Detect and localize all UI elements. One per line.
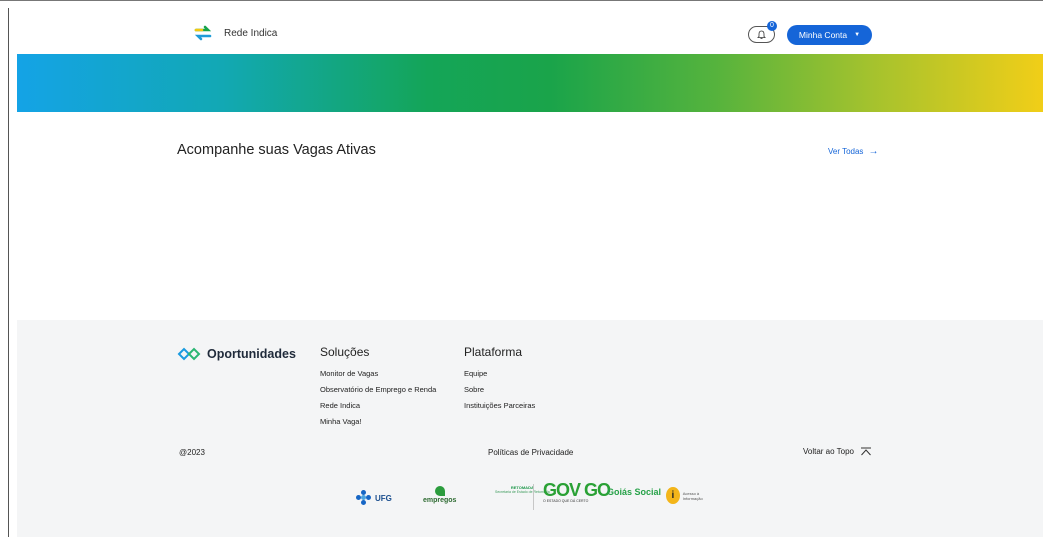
brand-link[interactable]: Rede Indica (193, 23, 277, 43)
footer-link-monitor-de-vagas[interactable]: Monitor de Vagas (320, 366, 436, 382)
page: Rede Indica 0 Minha Conta ▼ Acompanhe su… (17, 9, 1043, 537)
ufg-logo: UFG (356, 490, 392, 506)
active-jobs-title: Acompanhe suas Vagas Ativas (177, 142, 376, 158)
oportunidades-logo-icon (177, 347, 201, 361)
footer: Oportunidades Soluções Monitor de Vagas … (17, 320, 1043, 537)
notification-count-badge: 0 (767, 21, 777, 31)
back-to-top-link[interactable]: Voltar ao Topo (803, 447, 872, 456)
footer-logo-text: Oportunidades (207, 347, 296, 361)
acesso-informacao-text: Acesso à Informação (682, 490, 703, 501)
info-icon: i (666, 487, 680, 504)
footer-link-equipe[interactable]: Equipe (464, 366, 535, 382)
footer-solutions-column: Soluções Monitor de Vagas Observatório d… (320, 345, 436, 430)
empregos-logo: empregos (423, 486, 456, 504)
ufg-text: UFG (375, 493, 392, 503)
caret-down-icon: ▼ (854, 32, 861, 38)
window-left-border (8, 8, 9, 537)
goias-social-text: Goiás Social (607, 487, 662, 497)
brand-name: Rede Indica (224, 27, 278, 39)
goias-social-logo: Goiás Social (607, 488, 661, 497)
platform-title: Plataforma (464, 345, 523, 359)
window-top-border (0, 0, 1043, 8)
my-account-button[interactable]: Minha Conta ▼ (787, 25, 872, 45)
copyright-text: @2023 (179, 448, 205, 457)
empregos-text: empregos (423, 497, 457, 504)
retomada-subtext: Secretaria de Estado de Retomada (495, 490, 550, 494)
footer-link-instituicoes[interactable]: Instituições Parceiras (464, 398, 535, 414)
footer-platform-column: Plataforma Equipe Sobre Instituições Par… (464, 345, 535, 414)
see-all-link[interactable]: Ver Todas → (828, 146, 878, 157)
partner-logos: UFG empregos RETOMADA Secretaria de Esta… (353, 480, 713, 512)
arrow-up-to-line-icon (861, 447, 872, 456)
bell-icon (757, 30, 766, 39)
my-account-label: Minha Conta (798, 30, 848, 40)
footer-logo[interactable]: Oportunidades (177, 347, 296, 361)
partner-divider (533, 484, 534, 510)
footer-link-sobre[interactable]: Sobre (464, 382, 535, 398)
retomada-logo: RETOMADA Secretaria de Estado de Retomad… (495, 485, 550, 494)
acesso-informacao-logo: i Acesso à Informação (666, 487, 713, 504)
back-to-top-label: Voltar ao Topo (803, 447, 855, 456)
footer-link-minha-vaga[interactable]: Minha Vaga! (320, 414, 436, 430)
gov-go-logo: GOV GO O ESTADO QUE DÁ CERTO (543, 480, 611, 503)
rede-indica-logo-icon (194, 25, 212, 41)
privacy-policy-link[interactable]: Políticas de Privacidade (488, 448, 573, 457)
arrow-right-icon: → (868, 146, 879, 157)
see-all-label: Ver Todas (828, 147, 864, 156)
gov-go-subtext: O ESTADO QUE DÁ CERTO (543, 499, 589, 503)
footer-link-rede-indica[interactable]: Rede Indica (320, 398, 436, 414)
ufg-dots-icon (356, 490, 372, 506)
gov-go-text: GOV GO (543, 480, 611, 500)
gradient-banner (17, 54, 1043, 112)
header: Rede Indica 0 Minha Conta ▼ (17, 9, 1043, 54)
solutions-title: Soluções (320, 345, 370, 359)
footer-link-observatorio[interactable]: Observatório de Emprego e Renda (320, 382, 436, 398)
leaf-icon (434, 486, 445, 496)
